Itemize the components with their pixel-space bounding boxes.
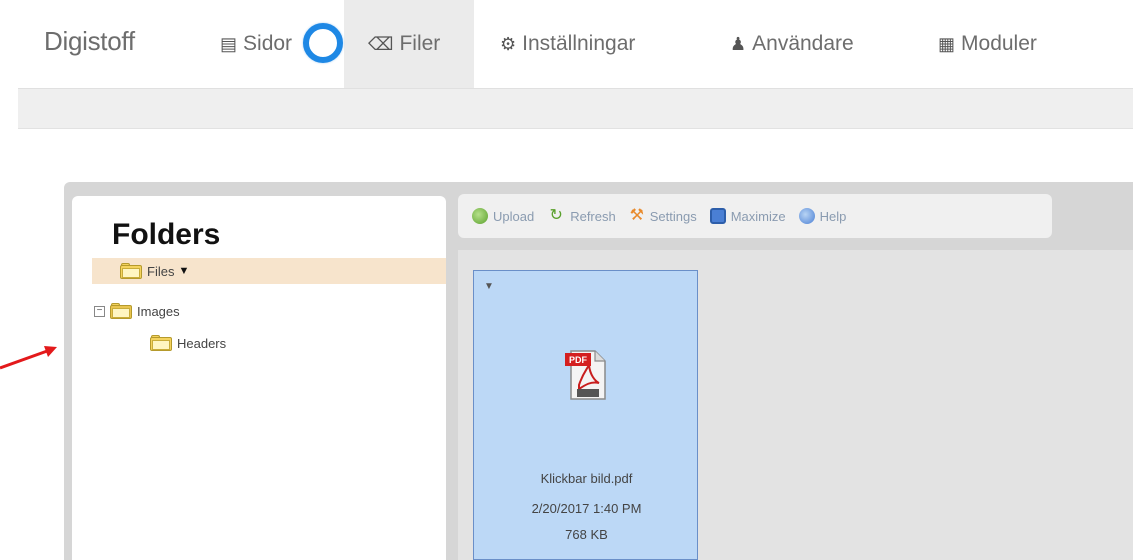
dropdown-caret-icon[interactable]: ▼ — [178, 265, 189, 277]
file-item-selected[interactable]: ▼ PDF Klickbar bild.pdf 2/20/2017 1:40 P… — [473, 270, 698, 560]
file-date: 2/20/2017 1:40 PM — [531, 501, 642, 516]
sub-toolbar — [18, 88, 1133, 129]
refresh-label: Refresh — [570, 208, 616, 224]
refresh-button[interactable]: ↻ Refresh — [547, 208, 616, 224]
nav-item-moduler[interactable]: ▦ Moduler — [938, 0, 1037, 88]
help-label: Help — [819, 208, 847, 224]
file-size: 768 KB — [565, 527, 608, 542]
tree-item-files[interactable]: Files ▼ — [92, 258, 446, 284]
help-icon — [798, 208, 815, 224]
nav-label-filer: Filer — [399, 32, 441, 55]
file-manager: Folders Files ▼ − Images Headers Upload … — [64, 182, 1133, 560]
grid-icon: ▦ — [938, 33, 956, 54]
wrench-icon: ⚒ — [629, 207, 644, 224]
nav-label-anvandare: Användare — [752, 32, 854, 55]
file-list-area: ▼ PDF Klickbar bild.pdf 2/20/2017 1:40 P… — [458, 250, 1133, 560]
red-arrow-annotation-icon — [0, 346, 57, 370]
files-panel: Upload ↻ Refresh ⚒ Settings Maximize Hel… — [456, 194, 1133, 560]
gears-icon: ⚙ — [500, 33, 517, 54]
settings-label: Settings — [649, 208, 697, 224]
collapse-toggle-icon[interactable]: − — [94, 305, 105, 317]
nav-item-installningar[interactable]: ⚙ Inställningar — [500, 0, 635, 88]
maximize-label: Maximize — [730, 208, 786, 224]
pdf-icon: PDF — [565, 350, 606, 400]
nav-item-filer[interactable]: ⌫ Filer — [344, 0, 474, 88]
tree-item-label: Files — [147, 263, 175, 279]
nav-item-anvandare[interactable]: ♟ Användare — [730, 0, 854, 88]
tree-item-label: Images — [137, 303, 180, 319]
upload-button[interactable]: Upload — [472, 208, 534, 224]
nav-label-installningar: Inställningar — [522, 32, 636, 55]
pdf-badge-text: PDF — [569, 355, 588, 365]
folder-icon — [120, 263, 142, 279]
maximize-button[interactable]: Maximize — [709, 208, 786, 224]
folders-panel: Folders Files ▼ − Images Headers — [72, 196, 446, 560]
folder-open-icon — [110, 303, 132, 319]
tree-item-images[interactable]: − Images — [94, 298, 180, 324]
loading-spinner-icon — [303, 23, 343, 63]
upload-label: Upload — [493, 208, 535, 224]
nav-item-sidor[interactable]: ▤ Sidor — [220, 0, 292, 88]
brand-logo[interactable]: Digistoff — [44, 26, 135, 57]
folder-icon — [150, 335, 172, 351]
settings-button[interactable]: ⚒ Settings — [629, 208, 697, 224]
upload-icon — [472, 208, 488, 224]
user-icon: ♟ — [730, 33, 747, 54]
nav-label-moduler: Moduler — [961, 32, 1037, 55]
files-icon: ⌫ — [368, 33, 394, 54]
top-navigation: Digistoff ▤ Sidor ⌫ Filer ⚙ Inställninga… — [0, 0, 1133, 88]
nav-label-sidor: Sidor — [243, 32, 293, 55]
refresh-icon: ↻ — [549, 207, 563, 224]
folders-title: Folders — [112, 218, 221, 251]
file-name: Klickbar bild.pdf — [540, 471, 633, 486]
tree-item-headers[interactable]: Headers — [150, 330, 226, 356]
tree-item-label: Headers — [177, 335, 227, 351]
file-toolbar: Upload ↻ Refresh ⚒ Settings Maximize Hel… — [458, 194, 1052, 238]
help-button[interactable]: Help — [798, 208, 847, 224]
file-menu-caret-icon[interactable]: ▼ — [484, 281, 494, 292]
maximize-icon — [709, 208, 726, 224]
pages-icon: ▤ — [220, 33, 238, 54]
